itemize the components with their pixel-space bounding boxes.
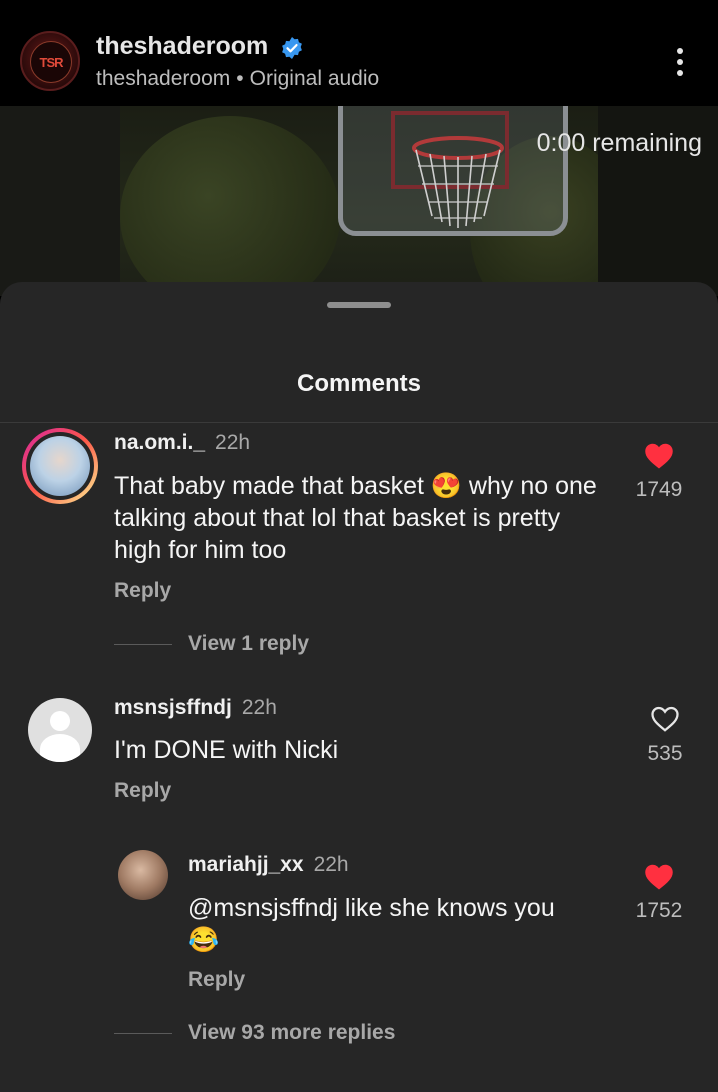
default-avatar-icon[interactable]	[28, 698, 92, 762]
separator-dot: •	[236, 67, 244, 90]
comment-username[interactable]: msnsjsffndj 22h	[114, 696, 277, 720]
more-dot-icon	[677, 70, 683, 76]
view-replies-button[interactable]: View 93 more replies	[188, 1021, 395, 1045]
heart-outline-icon[interactable]	[650, 705, 680, 733]
divider	[0, 422, 718, 423]
video-tree	[120, 116, 340, 296]
more-dot-icon	[677, 48, 683, 54]
reply-button[interactable]: Reply	[188, 968, 245, 992]
comments-sheet: Comments na.om.i._ 22h That baby made tha…	[0, 282, 718, 1092]
comment-text-body: like she knows you	[337, 894, 555, 922]
laughing-emoji-icon: 😂	[188, 926, 220, 954]
more-dot-icon	[677, 59, 683, 65]
heart-filled-icon[interactable]	[644, 863, 674, 891]
reel-header: TSR theshaderoom theshaderoom • Original a…	[0, 0, 718, 106]
username-text: mariahjj_xx	[188, 853, 304, 876]
comment-time: 22h	[313, 853, 349, 876]
more-options-button[interactable]	[668, 44, 692, 80]
like-count: 535	[647, 742, 683, 765]
mention-link[interactable]: @msnsjsffndj	[188, 894, 338, 922]
time-remaining: 0:00 remaining	[536, 129, 702, 157]
like-count: 1752	[635, 899, 683, 922]
basketball-net-icon	[412, 136, 504, 228]
avatar-logo-text: TSR	[39, 55, 64, 70]
audio-account: theshaderoom	[96, 67, 231, 90]
audio-info[interactable]: theshaderoom • Original audio	[96, 67, 379, 91]
comment-username[interactable]: mariahjj_xx 22h	[188, 853, 349, 877]
account-avatar[interactable]: TSR	[20, 31, 80, 91]
reply-button[interactable]: Reply	[114, 779, 171, 803]
view-replies-button[interactable]: View 1 reply	[188, 632, 309, 656]
username-text: na.om.i._	[114, 431, 206, 454]
audio-label: Original audio	[249, 67, 380, 90]
divider	[114, 1033, 172, 1034]
comment-username[interactable]: na.om.i._ 22h	[114, 431, 250, 455]
divider	[114, 644, 172, 645]
reply-button[interactable]: Reply	[114, 579, 171, 603]
video-letterbox-left	[0, 106, 120, 296]
sheet-title: Comments	[296, 370, 422, 397]
comment-avatar-story-ring[interactable]	[22, 428, 98, 504]
heart-filled-icon[interactable]	[644, 442, 674, 470]
sheet-drag-handle[interactable]	[327, 302, 391, 308]
like-count: 1749	[635, 478, 683, 501]
comment-time: 22h	[241, 696, 277, 719]
comment-text: I'm DONE with Nicki	[114, 736, 339, 764]
avatar[interactable]	[118, 850, 168, 900]
comment-time: 22h	[215, 431, 251, 454]
comment-text: @msnsjsffndj like she knows you 😂	[188, 892, 608, 956]
avatar	[30, 436, 90, 496]
account-name[interactable]: theshaderoom	[96, 32, 268, 61]
comment-text: That baby made that basket 😍 why no one …	[114, 472, 597, 564]
verified-badge-icon	[282, 37, 302, 59]
avatar-logo: TSR	[30, 41, 72, 83]
username-text: msnsjsffndj	[114, 696, 232, 719]
